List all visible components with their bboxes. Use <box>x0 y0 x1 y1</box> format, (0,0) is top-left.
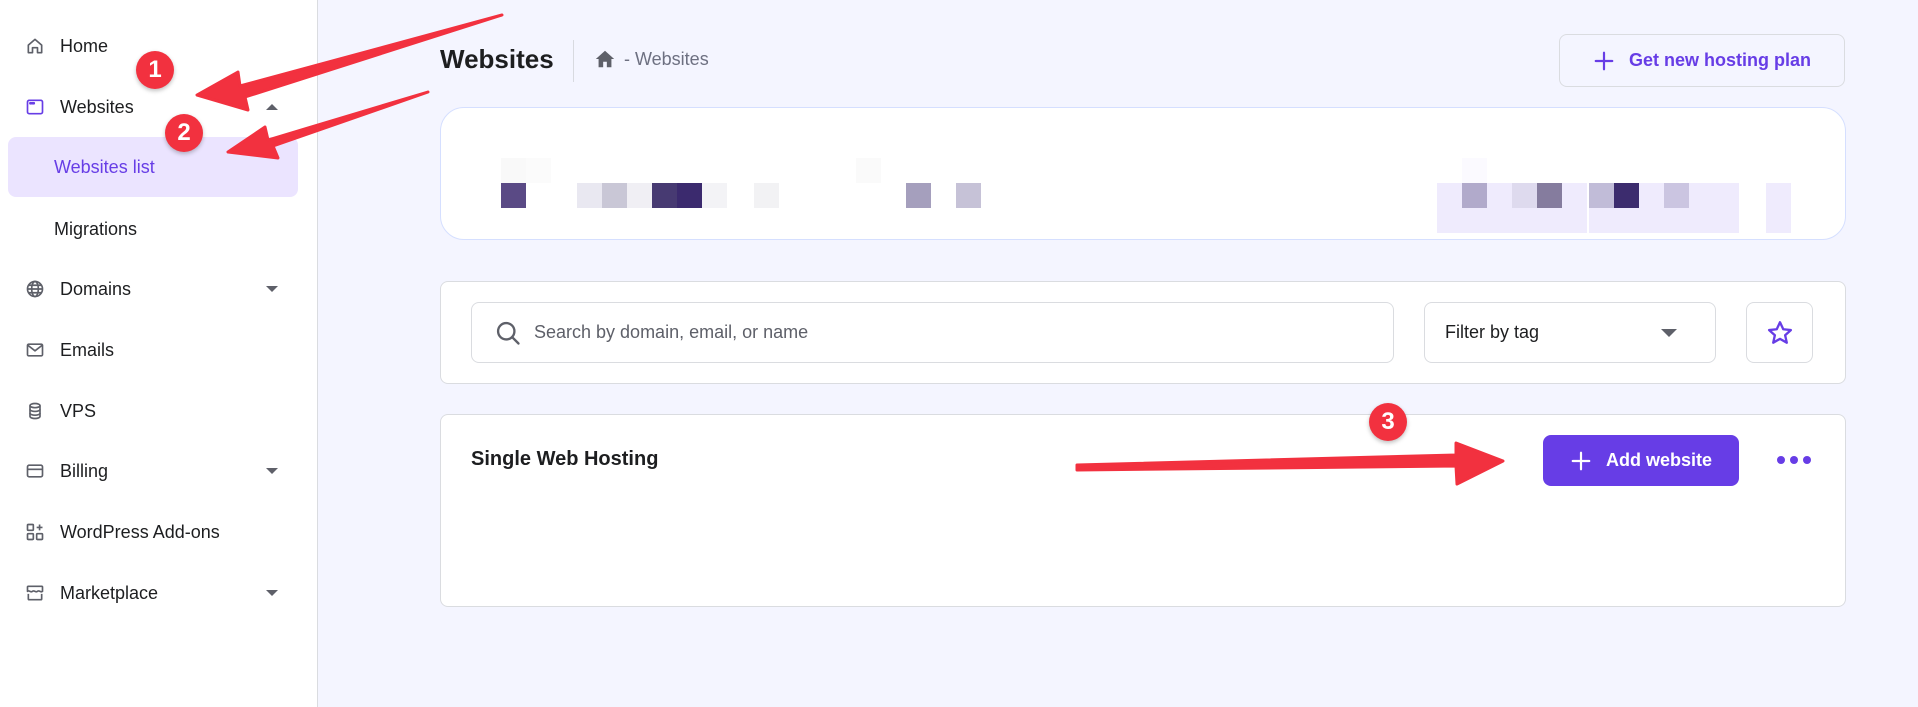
redacted-pixel-block <box>1537 208 1562 233</box>
get-new-hosting-plan-button[interactable]: Get new hosting plan <box>1559 34 1845 87</box>
redacted-pixel-block <box>956 183 981 208</box>
dot <box>1803 456 1811 464</box>
sidebar-item-label: Billing <box>60 460 109 481</box>
favorites-button[interactable] <box>1746 302 1813 363</box>
redacted-pixel-block <box>856 158 881 183</box>
sidebar-item-domains[interactable]: Domains <box>8 260 298 318</box>
redacted-pixel-block <box>1512 208 1537 233</box>
redacted-pixel-block <box>1487 183 1512 208</box>
redacted-pixel-block <box>577 183 602 208</box>
page-title: Websites <box>440 44 554 74</box>
sidebar-item-billing[interactable]: Billing <box>8 442 298 500</box>
redacted-pixel-block <box>1714 208 1739 233</box>
redacted-pixel-block <box>1537 183 1562 208</box>
select-value: Filter by tag <box>1445 322 1540 342</box>
redacted-pixel-block <box>1689 183 1714 208</box>
redacted-pixel-block <box>526 158 551 183</box>
redacted-pixel-block <box>702 183 727 208</box>
redacted-pixel-block <box>627 183 652 208</box>
redacted-pixel-block <box>1689 208 1714 233</box>
annotation-badge-1: 1 <box>136 51 174 89</box>
breadcrumb-current: - Websites <box>624 48 709 69</box>
redacted-pixel-block <box>1589 183 1614 208</box>
redacted-pixel-block <box>1639 183 1664 208</box>
plus-icon <box>1594 51 1614 70</box>
sidebar-item-label: Emails <box>60 339 115 360</box>
dot <box>1790 456 1798 464</box>
title-divider <box>573 40 574 82</box>
sidebar-item-emails[interactable]: Emails <box>8 321 298 379</box>
more-options-button[interactable] <box>1777 448 1811 472</box>
redacted-pixel-block <box>602 183 627 208</box>
redacted-pixel-block <box>1562 183 1587 208</box>
redacted-pixel-block <box>1714 183 1739 208</box>
sidebar-subitem-label: Websites list <box>54 156 155 177</box>
sidebar-subitem-label: Migrations <box>54 218 138 239</box>
chevron-down-icon[interactable] <box>266 468 278 474</box>
sidebar-subitem-migrations[interactable]: Migrations <box>8 199 298 259</box>
sidebar-item-label: WordPress Add-ons <box>60 521 220 542</box>
sidebar-item-label: Domains <box>60 278 132 299</box>
redacted-pixel-block <box>501 158 526 183</box>
button-label: Get new hosting plan <box>1628 50 1811 70</box>
sidebar-item-vps[interactable]: VPS <box>8 382 298 440</box>
plus-icon <box>1571 451 1591 470</box>
redacted-pixel-block <box>652 183 677 208</box>
redacted-pixel-block <box>1462 158 1487 183</box>
annotation-badge-2: 2 <box>165 114 203 152</box>
search-input[interactable] <box>534 322 1354 343</box>
sidebar-item-label: Websites <box>60 96 134 117</box>
sidebar-item-label: Home <box>60 35 109 56</box>
browser-window-icon <box>24 96 46 118</box>
filter-by-tag-select[interactable]: Filter by tag <box>1424 302 1716 363</box>
redacted-pixel-block <box>1766 183 1791 208</box>
globe-icon <box>24 278 46 300</box>
add-ons-grid-icon <box>24 521 46 543</box>
star-icon <box>1767 320 1792 344</box>
redacted-pixel-block <box>1664 208 1689 233</box>
chevron-down-icon <box>1661 328 1677 337</box>
home-icon <box>24 35 46 57</box>
redacted-pixel-block <box>1562 208 1587 233</box>
redacted-pixel-block <box>1589 208 1614 233</box>
chevron-down-icon[interactable] <box>266 286 278 292</box>
search-icon <box>496 321 520 345</box>
breadcrumb: - Websites <box>594 48 709 70</box>
redacted-pixel-block <box>754 183 779 208</box>
sidebar: Home Websites Websites list Migrations D… <box>0 0 318 707</box>
redacted-pixel-block <box>501 183 526 208</box>
chevron-up-icon[interactable] <box>266 104 278 110</box>
redacted-pixel-block <box>1487 208 1512 233</box>
dot <box>1777 456 1785 464</box>
redacted-pixel-block <box>1614 183 1639 208</box>
sidebar-subitem-websites-list[interactable]: Websites list <box>8 137 298 197</box>
database-icon <box>24 400 46 422</box>
sidebar-item-wordpress-add-ons[interactable]: WordPress Add-ons <box>8 503 298 561</box>
sidebar-item-label: Marketplace <box>60 582 159 603</box>
home-icon[interactable] <box>594 48 616 70</box>
redacted-pixel-block <box>1664 183 1689 208</box>
redacted-pixel-block <box>1462 183 1487 208</box>
chevron-down-icon[interactable] <box>266 590 278 596</box>
redacted-pixel-block <box>677 183 702 208</box>
redacted-pixel-block <box>1512 183 1537 208</box>
redacted-pixel-block <box>906 183 931 208</box>
redacted-pixel-block <box>1639 208 1664 233</box>
annotation-badge-3: 3 <box>1369 403 1407 441</box>
search-field[interactable] <box>471 302 1394 363</box>
sidebar-item-label: VPS <box>60 400 97 421</box>
store-icon <box>24 582 46 604</box>
redacted-pixel-block <box>1437 208 1462 233</box>
redacted-pixel-block <box>1437 183 1462 208</box>
redacted-pixel-block <box>1462 208 1487 233</box>
button-label: Add website <box>1605 450 1712 470</box>
redacted-pixel-block <box>1766 208 1791 233</box>
sidebar-item-marketplace[interactable]: Marketplace <box>8 564 298 622</box>
redacted-pixel-block <box>1614 208 1639 233</box>
hosting-plan-title: Single Web Hosting <box>471 448 659 470</box>
mail-icon <box>24 339 46 361</box>
add-website-button[interactable]: Add website <box>1543 435 1739 486</box>
credit-card-icon <box>24 460 46 482</box>
